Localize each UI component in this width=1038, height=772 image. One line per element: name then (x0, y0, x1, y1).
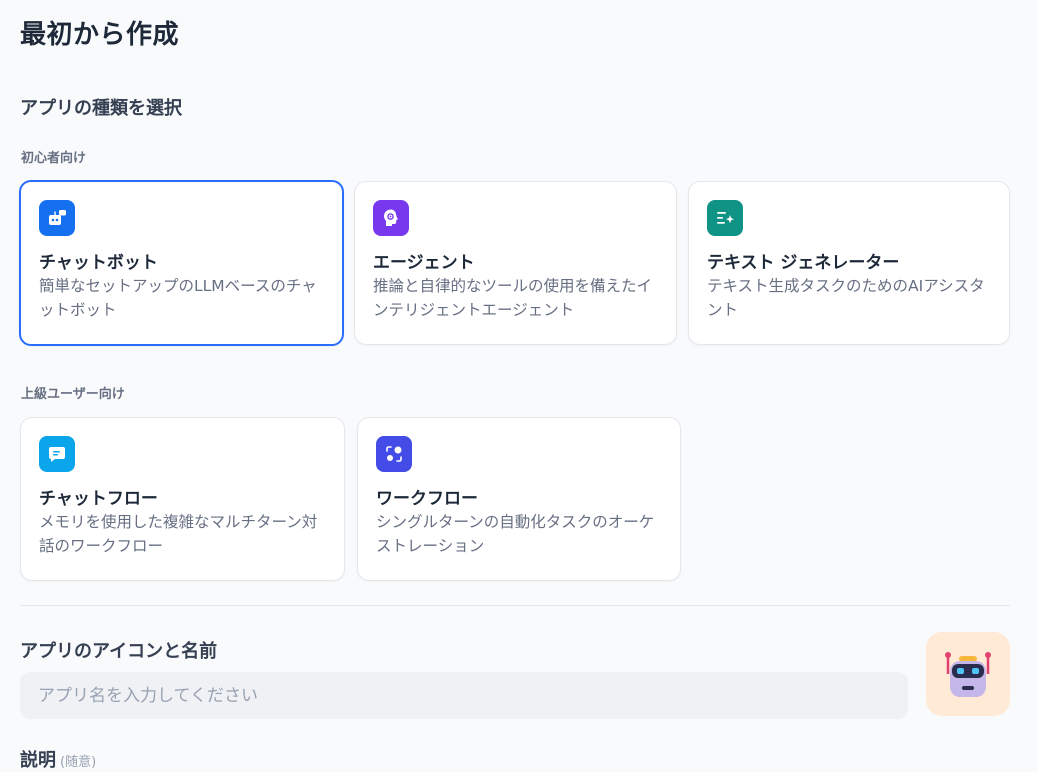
chatflow-card-description: メモリを使用した複雑なマルチターン対話のワークフロー (39, 513, 318, 555)
optional-tag: (随意) (60, 755, 97, 770)
workflow-icon (376, 436, 412, 472)
app-type-heading: アプリの種類を選択 (20, 98, 182, 119)
advanced-group-label: 上級ユーザー向け (21, 387, 125, 402)
description-heading: 説明 (随意) (20, 746, 96, 772)
app-icon-picker[interactable] (926, 632, 1010, 716)
beginner-group-label: 初心者向け (21, 151, 87, 166)
app-name-input[interactable] (20, 672, 908, 719)
text-generator-card-description: テキスト生成タスクのためのAIアシスタント (707, 277, 985, 319)
app-name-heading: アプリのアイコンと名前 (20, 641, 218, 662)
workflow-card-description: シングルターンの自動化タスクのオーケストレーション (376, 513, 655, 555)
app-type-card-chatflow[interactable]: チャットフロー メモリを使用した複雑なマルチターン対話のワークフロー (20, 417, 345, 581)
robot-emoji-icon (945, 652, 991, 697)
text-generator-icon (707, 200, 743, 236)
app-type-card-chatbot[interactable]: チャットボット 簡単なセットアップのLLMベースのチャットボット (19, 180, 344, 346)
section-divider (20, 605, 1010, 606)
workflow-card-title: ワークフロー (376, 489, 478, 509)
agent-icon (373, 200, 409, 236)
agent-card-description: 推論と自律的なツールの使用を備えたインテリジェントエージェント (373, 277, 653, 319)
description-heading-text: 説明 (20, 750, 56, 771)
chatflow-card-title: チャットフロー (39, 489, 158, 509)
chatbot-card-title: チャットボット (39, 253, 158, 273)
app-type-card-text-generator[interactable]: テキスト ジェネレーター テキスト生成タスクのためのAIアシスタント (688, 181, 1010, 345)
app-type-card-agent[interactable]: エージェント 推論と自律的なツールの使用を備えたインテリジェントエージェント (354, 181, 677, 345)
text-generator-card-title: テキスト ジェネレーター (707, 253, 900, 273)
app-type-card-workflow[interactable]: ワークフロー シングルターンの自動化タスクのオーケストレーション (357, 417, 681, 581)
page-title: 最初から作成 (20, 20, 180, 50)
chatflow-icon (39, 436, 75, 472)
chatbot-icon (39, 200, 75, 236)
agent-card-title: エージェント (373, 253, 475, 273)
chatbot-card-description: 簡単なセットアップのLLMベースのチャットボット (39, 277, 317, 319)
